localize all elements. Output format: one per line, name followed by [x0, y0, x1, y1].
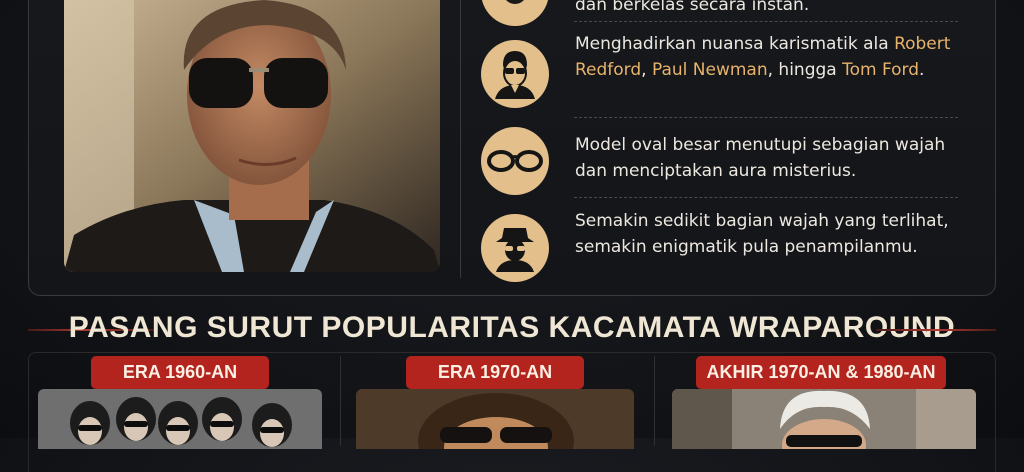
era-tag-late-1970s-1980s: AKHIR 1970-AN & 1980-AN [696, 356, 946, 389]
feature-2-text: Menghadirkan nuansa karismatik ala Rober… [575, 34, 951, 80]
era-photo-1970s [356, 389, 634, 449]
feature-4: Semakin sedikit bagian wajah yang terlih… [481, 210, 961, 290]
column-divider [654, 356, 655, 446]
mystery-figure-icon [481, 214, 549, 282]
feature-1: dan berkelas secara instan. [481, 0, 961, 26]
feature-2: Menghadirkan nuansa karismatik ala Rober… [481, 34, 961, 118]
section-title: PASANG SURUT POPULARITAS KACAMATA WRAPAR… [68, 311, 956, 344]
vertical-divider [460, 0, 461, 278]
hero-photo-man-in-sunglasses [64, 0, 440, 272]
man-with-sunglasses-icon [481, 40, 549, 108]
heading-rule-right [876, 329, 996, 331]
feature-4-text: Semakin sedikit bagian wajah yang terlih… [575, 211, 949, 257]
feature-1-text: dan berkelas secara instan. [575, 0, 810, 15]
feature-3-text: Model oval besar menutupi sebagian wajah… [575, 135, 946, 181]
glasses-icon [481, 0, 549, 26]
era-tag-1970s: ERA 1970-AN [406, 356, 584, 389]
era-photo-late-1970s-1980s [672, 389, 976, 449]
feature-separator [574, 197, 958, 198]
era-photo-1960s-band [38, 389, 322, 449]
feature-separator [574, 21, 958, 22]
feature-separator [574, 117, 958, 118]
era-tag-1960s: ERA 1960-AN [91, 356, 269, 389]
column-divider [340, 356, 341, 446]
feature-3: Model oval besar menutupi sebagian wajah… [481, 127, 961, 197]
oval-sunglasses-icon [481, 127, 549, 195]
